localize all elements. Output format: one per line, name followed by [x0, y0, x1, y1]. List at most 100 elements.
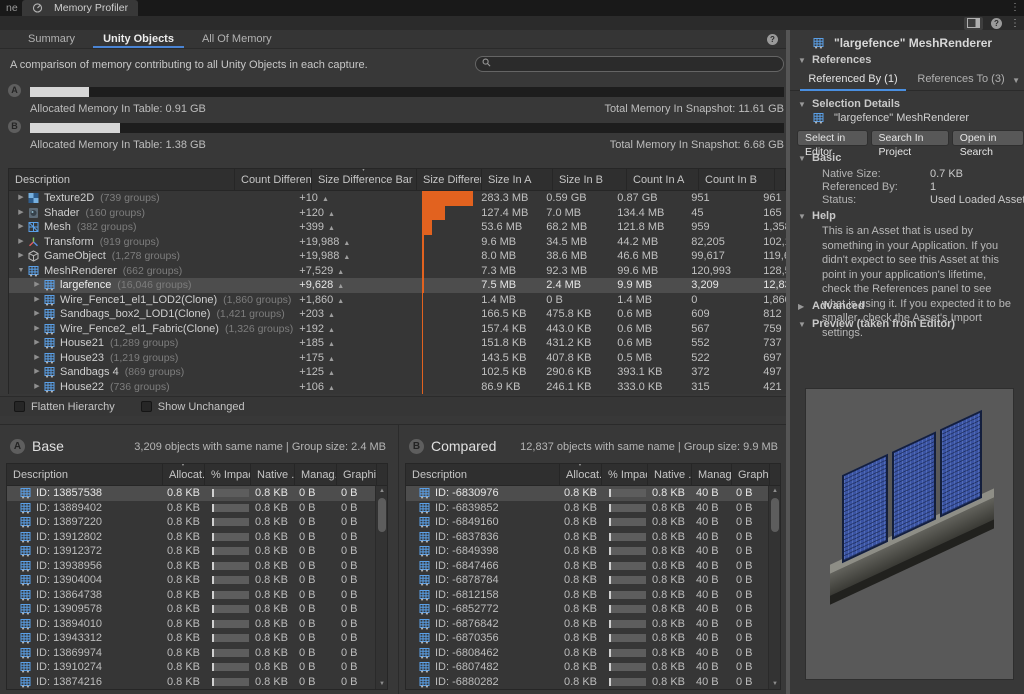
table-row[interactable]: ▶House21(1,289 groups)+185▲151.8 KB431.2… [9, 336, 833, 351]
table-row[interactable]: ▶GameObject(1,278 groups)+19,988▲8.0 MB3… [9, 249, 833, 264]
view-help-icon[interactable]: ? [767, 34, 778, 45]
open-in-search-button[interactable]: Open in Search [952, 130, 1024, 146]
column-header-main-7[interactable]: Count In B [698, 169, 774, 190]
scrollbar-up-icon[interactable]: ▲ [769, 488, 781, 494]
table-row[interactable]: ▶largefence(16,046 groups)+9,628▲7.5 MB2… [9, 278, 833, 293]
table-scrollbar[interactable]: ▲▼ [768, 486, 780, 689]
table-row[interactable]: ID: -68121580.8 KB0.8 KB40 B0 B [406, 588, 768, 603]
partial-tab[interactable]: ne [0, 0, 24, 16]
table-row[interactable]: ▶House22(736 groups)+106▲86.9 KB246.1 KB… [9, 380, 833, 395]
table-row[interactable]: ▶Wire_Fence2_el1_Fabric(Clone)(1,326 gro… [9, 322, 833, 337]
expander-icon[interactable]: ▶ [31, 336, 43, 351]
table-row[interactable]: ID: 139389560.8 KB0.8 KB0 B0 B [7, 559, 375, 574]
expander-icon[interactable]: ▶ [15, 249, 27, 264]
expander-icon[interactable]: ▶ [31, 365, 43, 380]
chevron-down-icon[interactable]: ▼ [1012, 76, 1020, 85]
column-header-compared-0[interactable]: Description [406, 464, 559, 485]
scrollbar-down-icon[interactable]: ▼ [376, 681, 388, 687]
flatten-hierarchy-checkbox[interactable]: Flatten Hierarchy [14, 401, 115, 413]
expander-icon[interactable]: ▼ [15, 264, 27, 279]
table-row[interactable]: ▶Wire_Fence1_el1_LOD2(Clone)(1,860 group… [9, 293, 833, 308]
column-header-base-4[interactable]: Manag... [294, 464, 336, 485]
table-row[interactable]: ID: -68703560.8 KB0.8 KB40 B0 B [406, 631, 768, 646]
column-header-compared-3[interactable]: Native ... [647, 464, 691, 485]
table-row[interactable]: ID: 138894020.8 KB0.8 KB0 B0 B [7, 501, 375, 516]
window-kebab-icon[interactable]: ⋮ [1010, 0, 1020, 16]
table-row[interactable]: ▶Transform(919 groups)+19,988▲9.6 MB34.5… [9, 235, 833, 250]
search-input[interactable] [495, 58, 777, 71]
references-foldout[interactable]: ▼ References [798, 54, 871, 66]
expander-icon[interactable]: ▶ [31, 322, 43, 337]
column-header-compared-1[interactable]: Allocat...▼ [559, 464, 601, 485]
table-row[interactable]: ▶Shader(160 groups)+120▲127.4 MB7.0 MB13… [9, 206, 833, 221]
show-unchanged-checkbox[interactable]: Show Unchanged [141, 401, 245, 413]
table-row[interactable]: ID: 139040040.8 KB0.8 KB0 B0 B [7, 573, 375, 588]
table-row[interactable]: ID: -68768420.8 KB0.8 KB40 B0 B [406, 617, 768, 632]
column-header-compared-2[interactable]: % Impact [601, 464, 647, 485]
scrollbar-up-icon[interactable]: ▲ [376, 488, 388, 494]
table-row[interactable]: ▶Mesh(382 groups)+399▲53.6 MB68.2 MB121.… [9, 220, 833, 235]
scrollbar-thumb[interactable] [378, 498, 386, 532]
table-row[interactable]: ID: -68474660.8 KB0.8 KB40 B0 B [406, 559, 768, 574]
table-row[interactable]: ▶Texture2D(739 groups)+10▲283.3 MB0.59 G… [9, 191, 833, 206]
table-row[interactable]: ▶Sandbags 4(869 groups)+125▲102.5 KB290.… [9, 365, 833, 380]
column-header-main-5[interactable]: Size In B [552, 169, 626, 190]
expander-icon[interactable]: ▶ [15, 220, 27, 235]
table-row[interactable]: ID: 138699740.8 KB0.8 KB0 B0 B [7, 646, 375, 661]
column-header-main-0[interactable]: Description [9, 169, 234, 190]
table-row[interactable]: ID: -68309760.8 KB0.8 KB40 B0 B [406, 486, 768, 501]
expander-icon[interactable]: ▶ [15, 235, 27, 250]
tab-summary[interactable]: Summary [14, 30, 89, 48]
table-row[interactable]: ID: 138647380.8 KB0.8 KB0 B0 B [7, 588, 375, 603]
expander-icon[interactable]: ▶ [31, 380, 43, 395]
column-header-main-4[interactable]: Size In A [481, 169, 552, 190]
table-row[interactable]: ID: 138940100.8 KB0.8 KB0 B0 B [7, 617, 375, 632]
expander-icon[interactable]: ▶ [15, 191, 27, 206]
table-row[interactable]: ID: 139102740.8 KB0.8 KB0 B0 B [7, 660, 375, 675]
column-header-base-0[interactable]: Description [7, 464, 162, 485]
select-in-editor-button[interactable]: Select in Editor [797, 130, 868, 146]
asset-preview[interactable] [805, 388, 1014, 680]
layout-panel-icon[interactable] [964, 17, 983, 30]
column-header-base-2[interactable]: % Impact [204, 464, 250, 485]
expander-icon[interactable]: ▶ [31, 278, 43, 293]
table-row[interactable]: ID: -68084620.8 KB0.8 KB40 B0 B [406, 646, 768, 661]
advanced-foldout[interactable]: ▶ Advanced [798, 300, 865, 312]
table-row[interactable]: ▶Sandbags_box2_LOD1(Clone)(1,421 groups)… [9, 307, 833, 322]
checkbox-icon[interactable] [141, 401, 152, 412]
table-row[interactable]: ID: -68802820.8 KB0.8 KB40 B0 B [406, 675, 768, 690]
scrollbar-down-icon[interactable]: ▼ [769, 681, 781, 687]
column-header-main-2[interactable]: Size Difference Bar▼ [311, 169, 416, 190]
table-row[interactable]: ID: -68378360.8 KB0.8 KB40 B0 B [406, 530, 768, 545]
table-row[interactable]: ID: 139095780.8 KB0.8 KB0 B0 B [7, 602, 375, 617]
checkbox-icon[interactable] [14, 401, 25, 412]
search-field[interactable] [475, 56, 784, 72]
column-header-base-1[interactable]: Allocat...▼ [162, 464, 204, 485]
scrollbar-thumb[interactable] [771, 498, 779, 532]
expander-icon[interactable]: ▶ [31, 307, 43, 322]
search-in-project-button[interactable]: Search In Project [871, 130, 949, 146]
column-header-compared-5[interactable]: Graphi... [731, 464, 769, 485]
column-header-compared-4[interactable]: Manag... [691, 464, 731, 485]
table-row[interactable]: ID: 139433120.8 KB0.8 KB0 B0 B [7, 631, 375, 646]
table-row[interactable]: ▶House23(1,219 groups)+175▲143.5 KB407.8… [9, 351, 833, 366]
preview-foldout[interactable]: ▼ Preview (taken from Editor) [798, 318, 955, 330]
table-row[interactable]: ID: -68398520.8 KB0.8 KB40 B0 B [406, 501, 768, 516]
table-row[interactable]: ID: 139128020.8 KB0.8 KB0 B0 B [7, 530, 375, 545]
table-row[interactable]: ID: -68527720.8 KB0.8 KB40 B0 B [406, 602, 768, 617]
table-row[interactable]: ID: -68074820.8 KB0.8 KB40 B0 B [406, 660, 768, 675]
table-row[interactable]: ID: -68493980.8 KB0.8 KB40 B0 B [406, 544, 768, 559]
selection-details-foldout[interactable]: ▼ Selection Details [798, 98, 900, 110]
column-header-main-6[interactable]: Count In A [626, 169, 698, 190]
memory-profiler-tab[interactable]: Memory Profiler [22, 0, 138, 16]
expander-icon[interactable]: ▶ [31, 351, 43, 366]
basic-foldout[interactable]: ▼ Basic [798, 152, 841, 164]
table-row[interactable]: ID: 138575380.8 KB0.8 KB0 B0 B [7, 486, 375, 501]
tab-references-to[interactable]: References To (3) [908, 68, 1014, 91]
table-row[interactable]: ID: -68787840.8 KB0.8 KB40 B0 B [406, 573, 768, 588]
column-header-base-3[interactable]: Native ... [250, 464, 294, 485]
column-header-base-5[interactable]: Graphi... [336, 464, 376, 485]
expander-icon[interactable]: ▶ [31, 293, 43, 308]
help-icon[interactable]: ? [991, 18, 1002, 29]
table-row[interactable]: ID: 139123720.8 KB0.8 KB0 B0 B [7, 544, 375, 559]
